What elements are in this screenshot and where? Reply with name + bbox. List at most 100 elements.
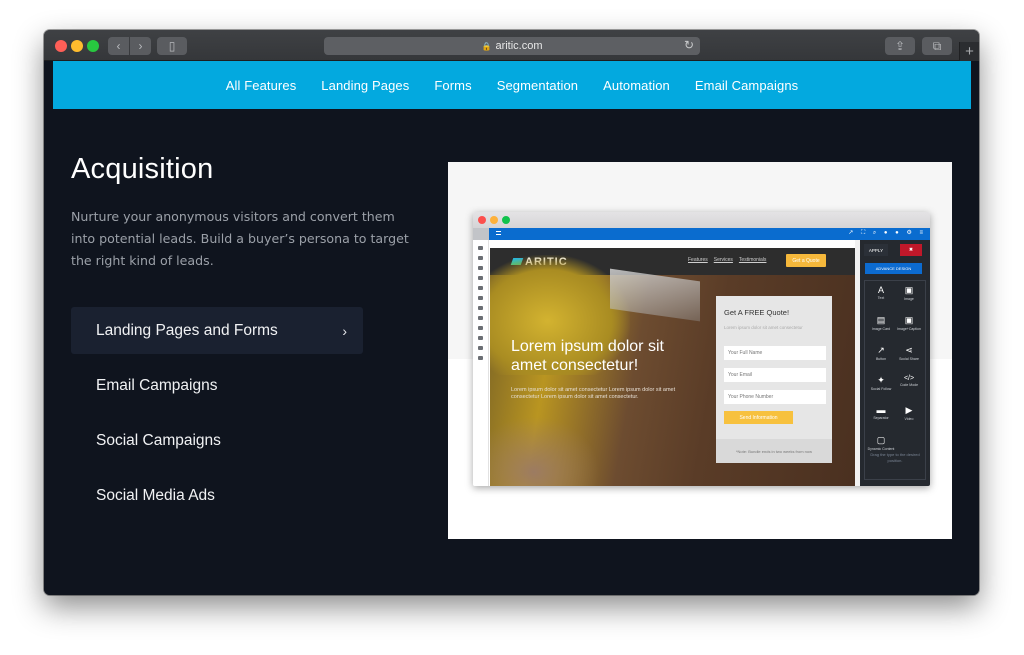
chevron-right-icon: › [342,322,347,339]
block-social-share: ⋖ Social Share [895,343,923,373]
page-content: All Features Landing Pages Forms Segment… [44,61,979,595]
address-bar[interactable]: 🔒 aritic.com ↻ [324,37,700,55]
block-label: Social Share [899,357,919,361]
mockup-block-grid: A Text ▣ Image ▤ Image Card ▣ Image+Caption … [864,280,926,480]
block-text: A Text [867,283,895,313]
nav-email-campaigns[interactable]: Email Campaigns [695,78,798,93]
feature-item-email-campaigns[interactable]: Email Campaigns [71,362,363,409]
text-icon: A [877,285,884,295]
forward-button[interactable]: › [130,37,151,55]
nav-automation[interactable]: Automation [603,78,670,93]
mockup-email-field: Your Email [724,368,826,382]
editor-mockup: ↗ ⛶ ⌕ ● ● ⚙ ≡ Features Services Testimon… [473,212,930,486]
mockup-submit-button: Send Information [724,411,793,424]
block-label: Code Mode [899,383,919,387]
sidebar-toggle-button[interactable]: ▯ [157,37,187,55]
nav-landing-pages[interactable]: Landing Pages [321,78,409,93]
feature-item-label: Social Media Ads [96,486,215,504]
mockup-nav-link: Testimonials [738,257,767,263]
url-text: aritic.com [495,40,543,52]
mockup-hero-text: Lorem ipsum dolor sit amet consectetur L… [511,387,676,400]
mockup-hero-title: Lorem ipsum dolor sit amet consectetur! [511,338,664,374]
image-icon: ▣ [904,285,914,295]
sidebar-icon: ▯ [168,39,176,53]
mockup-quote-form: Get A FREE Quote! Lorem ipsum dolor sit … [716,296,832,463]
block-label: Text [877,296,885,300]
zoom-window-button[interactable] [87,40,99,52]
image-card-icon: ▤ [876,315,886,325]
video-icon: ▶ [905,405,913,415]
mockup-sidebar-icon [478,296,483,300]
tabs-icon: ⧉ [932,38,942,53]
section-title: Acquisition [71,153,214,185]
new-tab-button[interactable]: + [959,42,979,61]
block-label: Dynamic Content [867,447,895,451]
block-separator: ▬ Separator [867,403,895,433]
mockup-sidebar-icon [478,336,483,340]
mockup-nav-links: Features Services Testimonials [688,257,766,263]
feature-list: Landing Pages and Forms › Email Campaign… [71,307,363,527]
mockup-toolbar-icons: ↗ ⛶ ⌕ ● ● ⚙ ≡ [848,230,926,236]
feature-item-social-campaigns[interactable]: Social Campaigns [71,417,363,464]
mockup-form-note: *Note: Bundle ends in two weeks from now [716,439,832,463]
mockup-sidebar-icon [478,326,483,330]
note-icon: ▢ [876,435,886,445]
mockup-sidebar-icon [478,346,483,350]
mockup-advance-design-button: ADVANCE DESIGN [865,263,922,274]
block-label: Image Card [871,327,891,331]
mockup-sidebar-icon [478,276,483,280]
mockup-form-title: Get A FREE Quote! [724,308,790,317]
mockup-sidebar [473,240,489,486]
mockup-sidebar-icon [478,266,483,270]
minimize-window-button[interactable] [71,40,83,52]
nav-all-features[interactable]: All Features [226,78,297,93]
block-label: Social Follow [870,387,892,391]
block-button: ↗ Button [867,343,895,373]
feature-screenshot: ↗ ⛶ ⌕ ● ● ⚙ ≡ Features Services Testimon… [448,162,952,539]
feature-item-label: Landing Pages and Forms [96,321,278,339]
mockup-sidebar-icon [478,316,483,320]
nav-forms[interactable]: Forms [434,78,471,93]
feature-item-landing-pages-forms[interactable]: Landing Pages and Forms › [71,307,363,354]
separator-icon: ▬ [876,405,886,415]
mockup-close-dot [478,216,486,224]
mockup-sidebar-icon [478,356,483,360]
mockup-titlebar [473,212,930,228]
mockup-form-subtitle: Lorem ipsum dolor sit amet consectetur [724,325,803,330]
nav-segmentation[interactable]: Segmentation [497,78,578,93]
mockup-app-logo [473,228,489,240]
block-label: Button [875,357,887,361]
mockup-nav-link: Services [713,257,733,263]
mockup-sidebar-icon [478,306,483,310]
block-image-card: ▤ Image Card [867,313,895,343]
mockup-nav-link: Features [688,257,708,263]
block-video: ▶ Video [895,403,923,433]
hero-hand-image [490,416,600,486]
tab-overview-button[interactable]: ⧉ [922,37,952,55]
browser-window: ‹ › ▯ 🔒 aritic.com ↻ ⇪ ⧉ + All Features … [44,30,979,595]
block-label: Image [904,297,914,301]
block-label: Separator [873,416,889,420]
block-label: Video [904,417,914,421]
mockup-sidebar-icon [478,256,483,260]
feature-item-label: Social Campaigns [96,431,221,449]
chevron-left-icon: ‹ [116,39,121,53]
feature-item-social-media-ads[interactable]: Social Media Ads [71,472,363,519]
block-image-caption: ▣ Image+Caption [895,313,923,343]
mockup-sidebar-icon [478,286,483,290]
reload-icon[interactable]: ↻ [684,38,694,52]
feature-nav: All Features Landing Pages Forms Segment… [53,61,971,109]
hamburger-icon [496,231,501,235]
mockup-name-field: Your Full Name [724,346,826,360]
twitter-icon: ✦ [877,375,885,385]
close-window-button[interactable] [55,40,67,52]
mockup-zoom-dot [502,216,510,224]
share-icon: ⇪ [894,39,906,53]
share-icon: ⋖ [905,345,913,355]
feature-item-label: Email Campaigns [96,376,218,394]
block-code-mode: </> Code Mode [895,373,923,403]
share-button[interactable]: ⇪ [885,37,915,55]
back-button[interactable]: ‹ [108,37,129,55]
mockup-apply-button: APPLY [864,244,888,256]
lock-icon: 🔒 [481,41,492,51]
